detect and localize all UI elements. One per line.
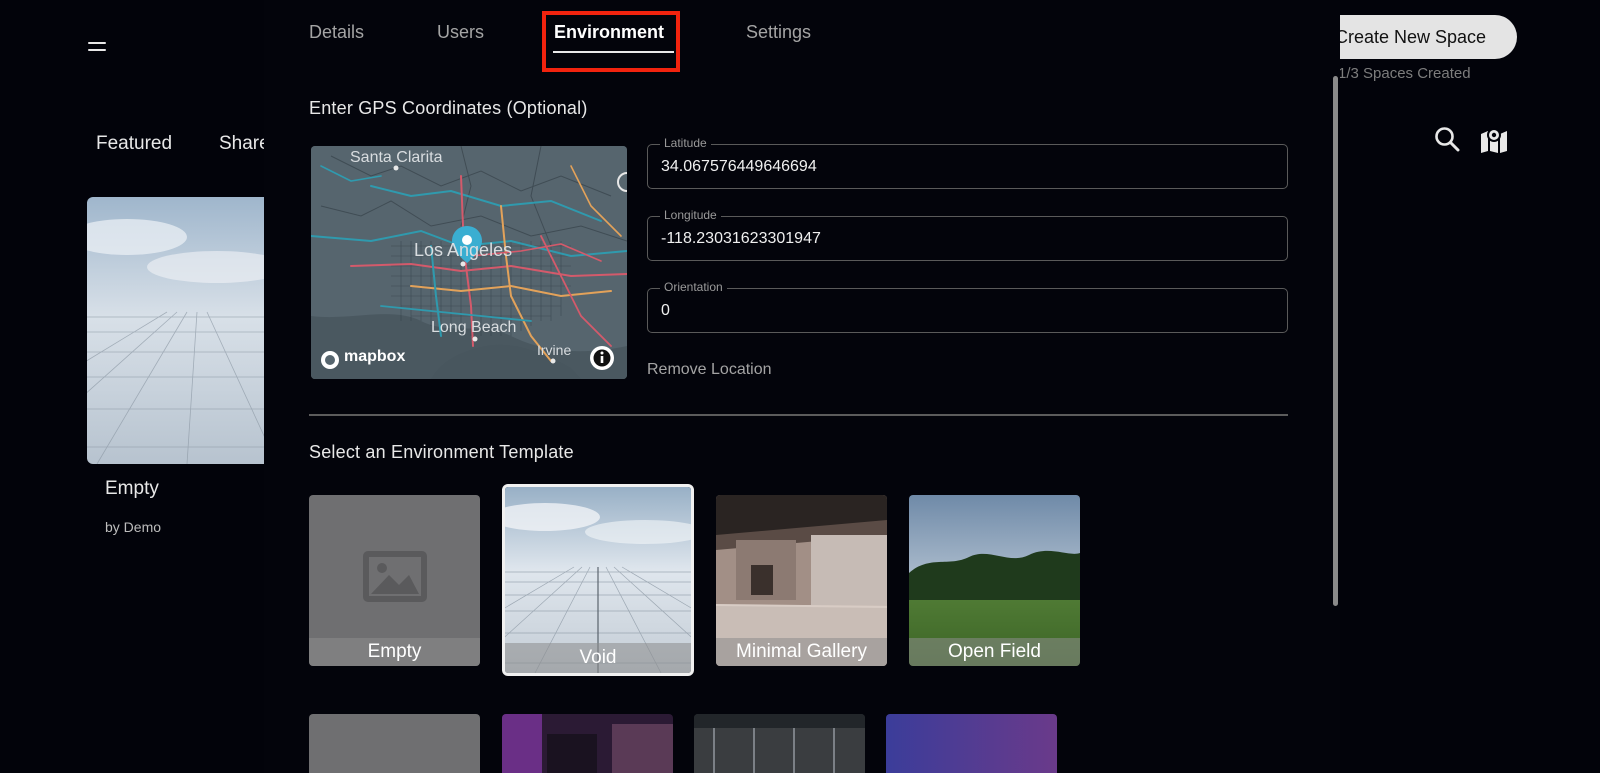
orientation-input[interactable] <box>648 289 1287 332</box>
map-icon[interactable] <box>1479 126 1509 159</box>
latitude-input[interactable] <box>648 145 1287 188</box>
map-label-los-angeles: Los Angeles <box>414 240 513 260</box>
tab-details[interactable]: Details <box>309 22 364 43</box>
search-icon[interactable] <box>1434 126 1460 157</box>
template-card[interactable] <box>309 714 480 773</box>
remove-location-link[interactable]: Remove Location <box>647 361 772 379</box>
templates-heading: Select an Environment Template <box>309 442 574 462</box>
template-label: Open Field <box>909 638 1080 666</box>
highlight-box <box>542 11 680 72</box>
tab-users[interactable]: Users <box>437 22 484 43</box>
nav-tab-shared[interactable]: Share <box>219 133 270 155</box>
template-label: Empty <box>309 638 480 666</box>
hamburger-menu-icon[interactable] <box>88 42 106 56</box>
gps-heading: Enter GPS Coordinates (Optional) <box>309 98 588 118</box>
image-placeholder-icon <box>363 551 427 602</box>
modal-scrollbar[interactable] <box>1333 76 1338 606</box>
map-label-long-beach: Long Beach <box>431 319 517 336</box>
map-label-irvine: Irvine <box>537 342 572 358</box>
latitude-field: Latitude <box>647 136 1288 189</box>
orientation-field: Orientation <box>647 280 1288 333</box>
nav-tab-featured[interactable]: Featured <box>96 133 172 155</box>
template-label: Void <box>505 643 691 673</box>
template-label: Minimal Gallery <box>716 638 887 666</box>
template-card-minimal-gallery[interactable]: Minimal Gallery <box>716 495 887 666</box>
template-card-void[interactable]: Void <box>502 484 694 676</box>
tab-settings[interactable]: Settings <box>746 22 811 43</box>
location-map[interactable]: Santa Clarita Los Angeles Long Beach Irv… <box>311 146 627 379</box>
mapbox-logo-icon <box>321 351 339 369</box>
space-card-title: Empty <box>105 478 159 499</box>
template-card[interactable] <box>502 714 673 773</box>
map-info-icon[interactable] <box>590 346 614 370</box>
template-card[interactable] <box>694 714 865 773</box>
section-divider <box>309 414 1288 416</box>
longitude-input[interactable] <box>648 217 1287 260</box>
map-label-santa-clarita: Santa Clarita <box>350 149 443 166</box>
template-card[interactable] <box>886 714 1057 773</box>
space-card-thumbnail[interactable] <box>87 197 267 464</box>
longitude-field: Longitude <box>647 208 1288 261</box>
space-settings-modal: Details Users Environment Settings Enter… <box>264 0 1340 773</box>
mapbox-attribution: mapbox <box>344 348 406 365</box>
spaces-created-count: 1/3 Spaces Created <box>1338 65 1471 82</box>
template-card-open-field[interactable]: Open Field <box>909 495 1080 666</box>
space-card-author: by Demo <box>105 519 162 535</box>
template-card-empty[interactable]: Empty <box>309 495 480 666</box>
